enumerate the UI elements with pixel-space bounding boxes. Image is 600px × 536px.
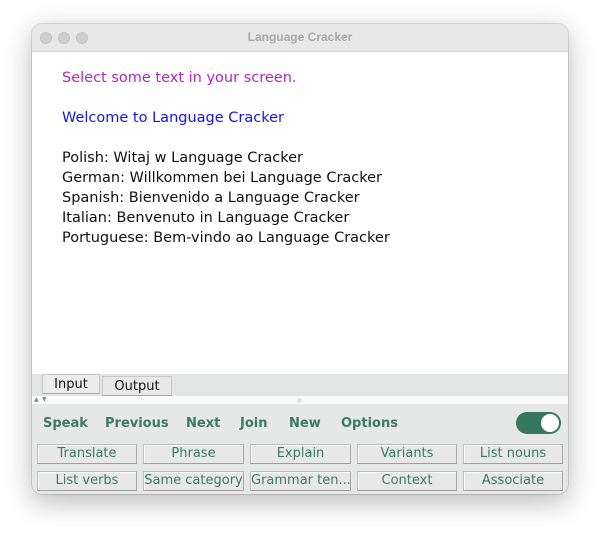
prompt-message: Select some text in your screen.	[62, 70, 297, 86]
translation-line: Portuguese: Bem-vindo ao Language Cracke…	[62, 230, 390, 246]
new-button[interactable]: New	[289, 416, 321, 431]
welcome-heading: Welcome to Language Cracker	[62, 110, 284, 126]
window-title: Language Cracker	[247, 30, 353, 44]
drag-handle-icon[interactable]	[297, 398, 302, 403]
tab-input[interactable]: Input	[42, 374, 100, 394]
phrase-button[interactable]: Phrase	[143, 444, 244, 464]
previous-button[interactable]: Previous	[105, 416, 169, 431]
translation-line: German: Willkommen bei Language Cracker	[62, 170, 383, 186]
tab-bar: Input Output	[32, 374, 568, 396]
text-display-area[interactable]: Select some text in your screen. Welcome…	[32, 52, 568, 374]
action-bar: Speak Previous Next Join New Options	[32, 404, 568, 442]
triangle-down-icon[interactable]: ▼	[42, 396, 47, 404]
options-button[interactable]: Options	[341, 416, 398, 431]
variants-button[interactable]: Variants	[357, 444, 457, 464]
translation-line: Polish: Witaj w Language Cracker	[62, 150, 303, 166]
explain-button[interactable]: Explain	[250, 444, 351, 464]
translate-button[interactable]: Translate	[37, 444, 137, 464]
toggle-knob	[541, 414, 559, 432]
triangle-up-icon[interactable]: ▲	[34, 396, 39, 404]
translations-list: Polish: Witaj w Language Cracker German:…	[62, 148, 390, 248]
toggle-switch[interactable]	[516, 412, 561, 434]
translation-line: Spanish: Bienvenido a Language Cracker	[62, 190, 360, 206]
translation-line: Italian: Benvenuto in Language Cracker	[62, 210, 350, 226]
context-button[interactable]: Context	[357, 471, 457, 491]
list-verbs-button[interactable]: List verbs	[37, 471, 137, 491]
next-button[interactable]: Next	[186, 416, 220, 431]
app-window: Language Cracker Select some text in you…	[32, 24, 568, 494]
list-nouns-button[interactable]: List nouns	[463, 444, 563, 464]
grammar-tense-button[interactable]: Grammar ten...	[250, 471, 351, 491]
split-pane-divider[interactable]: ▲ ▼	[32, 396, 568, 404]
tab-output[interactable]: Output	[102, 376, 172, 396]
join-button[interactable]: Join	[240, 416, 267, 431]
same-category-button[interactable]: Same category	[143, 471, 244, 491]
title-bar: Language Cracker	[32, 24, 568, 52]
speak-button[interactable]: Speak	[43, 416, 88, 431]
associate-button[interactable]: Associate	[463, 471, 563, 491]
